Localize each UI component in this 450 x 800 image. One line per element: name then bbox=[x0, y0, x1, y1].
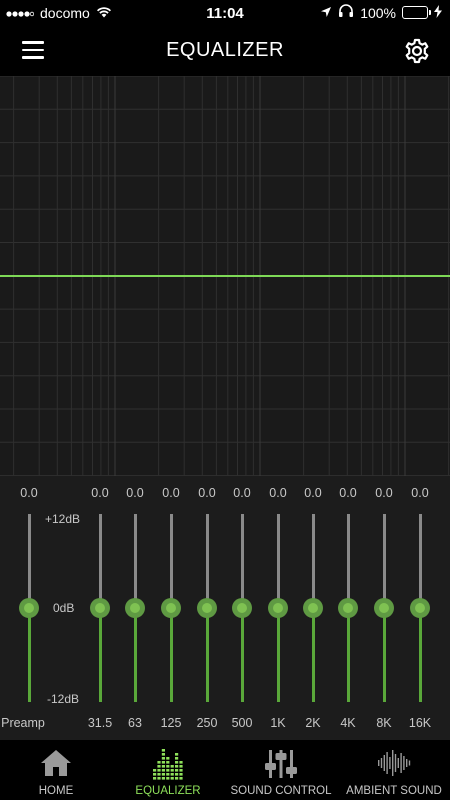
tab-equalizer-label: EQUALIZER bbox=[135, 785, 201, 797]
slider-track-lower bbox=[418, 608, 422, 702]
band-knob[interactable] bbox=[410, 598, 430, 618]
settings-button[interactable] bbox=[404, 38, 430, 64]
battery-icon bbox=[402, 6, 431, 19]
db-label-top: +12dB bbox=[45, 512, 81, 526]
status-bar: docomo 11:04 100% bbox=[0, 0, 450, 26]
equalizer-icon bbox=[152, 748, 184, 785]
page-title: EQUALIZER bbox=[166, 39, 284, 61]
slider-track-upper bbox=[205, 514, 209, 608]
band-slider: 0.0 4K bbox=[328, 476, 368, 740]
band-knob[interactable] bbox=[197, 598, 217, 618]
charging-bolt-icon bbox=[434, 4, 442, 21]
tab-home-label: HOME bbox=[38, 785, 74, 797]
band-knob[interactable] bbox=[374, 598, 394, 618]
db-label-bottom: -12dB bbox=[47, 692, 80, 706]
band-knob[interactable] bbox=[90, 598, 110, 618]
graph-canvas bbox=[0, 75, 450, 477]
slider-track-lower bbox=[276, 608, 280, 702]
band-slider: 0.0 250 bbox=[187, 476, 227, 740]
band-value: 0.0 bbox=[198, 486, 216, 500]
headphones-icon bbox=[338, 4, 354, 21]
band-knob[interactable] bbox=[161, 598, 181, 618]
tab-sound-control[interactable]: SOUND CONTROL bbox=[224, 740, 338, 800]
band-value: 0.0 bbox=[91, 486, 109, 500]
app-header: EQUALIZER bbox=[0, 26, 450, 76]
mixer-sliders-icon bbox=[264, 748, 298, 785]
slider-track-upper bbox=[240, 514, 244, 608]
band-value: 0.0 bbox=[233, 486, 251, 500]
slider-track-lower bbox=[169, 608, 173, 702]
preamp-label: Preamp bbox=[1, 716, 45, 730]
slider-track-upper bbox=[133, 514, 137, 608]
slider-track-lower bbox=[311, 608, 315, 702]
band-slider: 0.0 125 bbox=[151, 476, 191, 740]
waveform-icon bbox=[377, 748, 411, 783]
band-knob[interactable] bbox=[125, 598, 145, 618]
tab-ambient-sound[interactable]: AMBIENT SOUND bbox=[338, 740, 450, 800]
db-label-mid: 0dB bbox=[53, 601, 75, 615]
slider-track-lower bbox=[205, 608, 209, 702]
slider-track-upper bbox=[311, 514, 315, 608]
tab-equalizer[interactable]: EQUALIZER bbox=[112, 740, 224, 800]
band-slider: 0.0 8K bbox=[364, 476, 404, 740]
preamp-slider: 0.0 Preamp bbox=[1, 476, 49, 740]
slider-track-lower bbox=[346, 608, 350, 702]
band-frequency-label: 16K bbox=[408, 716, 432, 730]
battery-percent: 100% bbox=[360, 4, 396, 21]
location-arrow-icon bbox=[320, 5, 332, 21]
gear-icon bbox=[405, 38, 429, 64]
preamp-knob[interactable] bbox=[19, 598, 39, 618]
slider-track-upper bbox=[169, 514, 173, 608]
band-knob[interactable] bbox=[303, 598, 323, 618]
slider-track-lower bbox=[98, 608, 102, 702]
band-value: 0.0 bbox=[411, 486, 429, 500]
band-value: 0.0 bbox=[126, 486, 144, 500]
frequency-response-graph bbox=[0, 75, 450, 477]
band-value: 0.0 bbox=[162, 486, 180, 500]
band-slider: 0.0 2K bbox=[293, 476, 333, 740]
band-knob[interactable] bbox=[338, 598, 358, 618]
band-value: 0.0 bbox=[375, 486, 393, 500]
band-slider: 0.0 31.5 bbox=[80, 476, 120, 740]
band-value: 0.0 bbox=[269, 486, 287, 500]
band-slider: 0.0 1K bbox=[258, 476, 298, 740]
slider-track-lower bbox=[240, 608, 244, 702]
slider-track-upper bbox=[418, 514, 422, 608]
preamp-value: 0.0 bbox=[20, 486, 38, 500]
slider-track-upper bbox=[382, 514, 386, 608]
tab-home[interactable]: HOME bbox=[0, 740, 112, 800]
slider-track-upper bbox=[27, 514, 31, 608]
slider-track-upper bbox=[346, 514, 350, 608]
slider-track-upper bbox=[276, 514, 280, 608]
slider-track-upper bbox=[98, 514, 102, 608]
band-slider: 0.0 500 bbox=[222, 476, 262, 740]
band-slider: 0.0 63 bbox=[115, 476, 155, 740]
band-knob[interactable] bbox=[232, 598, 252, 618]
band-slider: 0.0 16K bbox=[400, 476, 440, 740]
band-value: 0.0 bbox=[339, 486, 357, 500]
slider-track-lower bbox=[27, 608, 31, 702]
band-knob[interactable] bbox=[268, 598, 288, 618]
equalizer-sliders: +12dB 0dB -12dB 0.0 Preamp 0.0 31.5 0.0 63 0… bbox=[0, 476, 450, 740]
band-value: 0.0 bbox=[304, 486, 322, 500]
slider-track-lower bbox=[133, 608, 137, 702]
home-icon bbox=[40, 748, 72, 783]
slider-track-lower bbox=[382, 608, 386, 702]
tab-sound-control-label: SOUND CONTROL bbox=[230, 785, 332, 797]
status-right: 100% bbox=[320, 4, 442, 21]
bottom-tab-bar: HOME EQUALIZER SOUND CONTROL AMBIENT SOU… bbox=[0, 740, 450, 800]
tab-ambient-sound-label: AMBIENT SOUND bbox=[346, 785, 442, 797]
